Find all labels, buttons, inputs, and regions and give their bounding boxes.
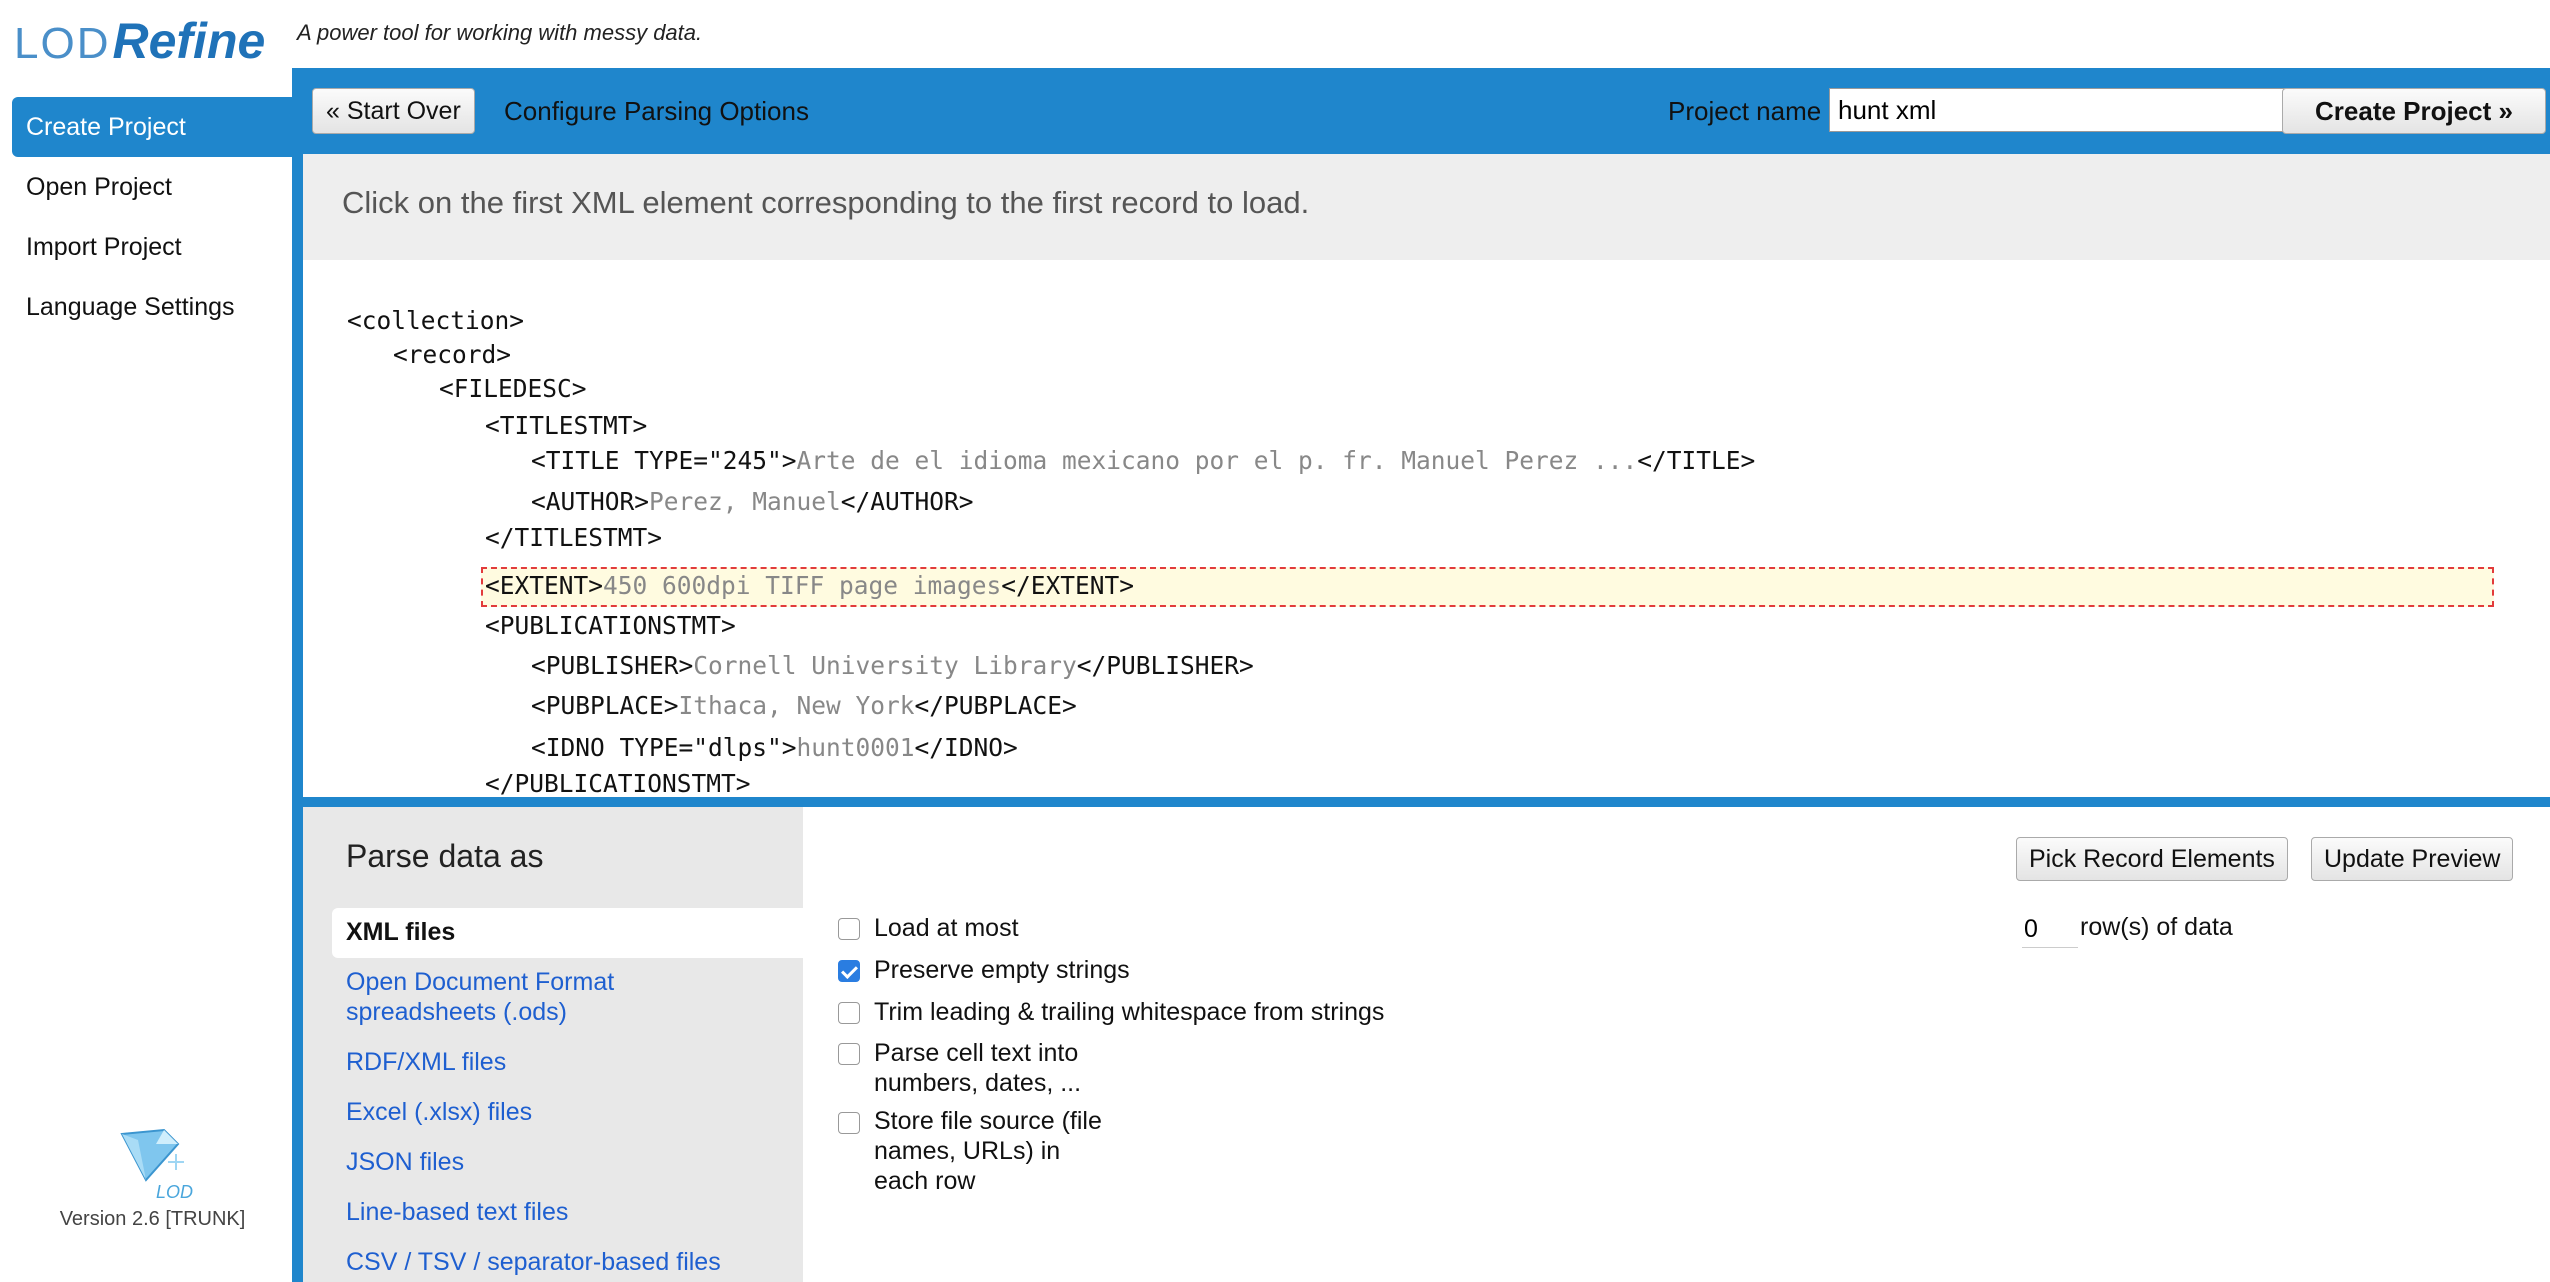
xml-element[interactable]: <TITLESTMT> (485, 410, 647, 442)
format-json[interactable]: JSON files (346, 1147, 464, 1177)
parse-as-title: Parse data as (346, 838, 544, 874)
xml-element[interactable]: <PUBPLACE>Ithaca, New York</PUBPLACE> (531, 690, 1077, 722)
format-xml-label: XML files (346, 918, 456, 946)
start-over-button[interactable]: « Start Over (312, 88, 475, 134)
store-file-source-checkbox[interactable] (838, 1112, 860, 1134)
load-at-most-checkbox[interactable] (838, 918, 860, 940)
logo-lod-text: LOD (14, 19, 111, 68)
format-ods[interactable]: Open Document Format spreadsheets (.ods) (346, 967, 676, 1027)
xml-element[interactable]: </TITLESTMT> (485, 522, 662, 554)
lod-diamond-icon: LOD (108, 1122, 198, 1202)
pick-record-elements-button[interactable]: Pick Record Elements (2016, 837, 2288, 881)
project-name-label: Project name (1668, 96, 1822, 126)
xml-element[interactable]: <FILEDESC> (439, 373, 587, 405)
format-csv-tsv[interactable]: CSV / TSV / separator-based files (346, 1247, 721, 1277)
nav-language-settings[interactable]: Language Settings (0, 277, 292, 337)
trim-whitespace-label: Trim leading & trailing whitespace from … (874, 998, 1385, 1026)
logo-refine-text: Refine (112, 13, 266, 69)
xml-preview-panel: <collection> <record> <FILEDESC> <TITLES… (303, 260, 2550, 797)
instruction-bar: Click on the first XML element correspon… (303, 154, 2550, 260)
page-title: Configure Parsing Options (504, 96, 809, 126)
nav-open-project[interactable]: Open Project (0, 157, 292, 217)
parse-cell-text-label: Parse cell text into numbers, dates, ... (874, 1039, 1082, 1097)
format-line-based[interactable]: Line-based text files (346, 1197, 568, 1227)
tagline: A power tool for working with messy data… (297, 20, 703, 45)
xml-element[interactable]: <PUBLISHER>Cornell University Library</P… (531, 650, 1254, 682)
version-block: LOD Version 2.6 [TRUNK] (40, 1122, 265, 1231)
parse-cell-text-checkbox[interactable] (838, 1043, 860, 1065)
xml-element[interactable]: </PUBLICATIONSTMT> (485, 768, 751, 797)
format-excel[interactable]: Excel (.xlsx) files (346, 1097, 532, 1127)
preserve-empty-strings-checkbox[interactable] (838, 960, 860, 982)
rows-label: row(s) of data (2080, 913, 2233, 941)
xml-element[interactable]: <record> (393, 339, 511, 371)
xml-element[interactable]: <collection> (347, 305, 524, 337)
app-logo: LOD Refine (14, 10, 265, 66)
nav-create-project[interactable]: Create Project (12, 97, 292, 157)
version-text: Version 2.6 [TRUNK] (59, 1208, 246, 1230)
create-project-button[interactable]: Create Project » (2282, 88, 2546, 134)
xml-element[interactable]: <TITLE TYPE="245">Arte de el idioma mexi… (531, 445, 1755, 477)
format-rdf-xml[interactable]: RDF/XML files (346, 1047, 506, 1077)
xml-element[interactable]: <IDNO TYPE="dlps">hunt0001</IDNO> (531, 732, 1018, 764)
project-name-input[interactable] (1829, 88, 2289, 132)
svg-text:LOD: LOD (156, 1182, 193, 1202)
preserve-empty-strings-label: Preserve empty strings (874, 956, 1130, 984)
trim-whitespace-checkbox[interactable] (838, 1002, 860, 1024)
nav-import-project[interactable]: Import Project (0, 217, 292, 277)
update-preview-button[interactable]: Update Preview (2311, 837, 2514, 881)
xml-element[interactable]: <AUTHOR>Perez, Manuel</AUTHOR> (531, 486, 974, 518)
left-nav: Create Project Open Project Import Proje… (0, 97, 292, 337)
format-xml-files[interactable]: XML files (332, 908, 803, 958)
store-file-source-label: Store file source (file names, URLs) in … (874, 1107, 1102, 1195)
rows-limit-input[interactable] (2022, 911, 2078, 948)
xml-element[interactable]: <PUBLICATIONSTMT> (485, 610, 736, 642)
instruction-text: Click on the first XML element correspon… (342, 185, 1310, 220)
load-at-most-label: Load at most (874, 914, 1019, 942)
xml-element-selected[interactable]: <EXTENT>450 600dpi TIFF page images</EXT… (485, 570, 1134, 602)
